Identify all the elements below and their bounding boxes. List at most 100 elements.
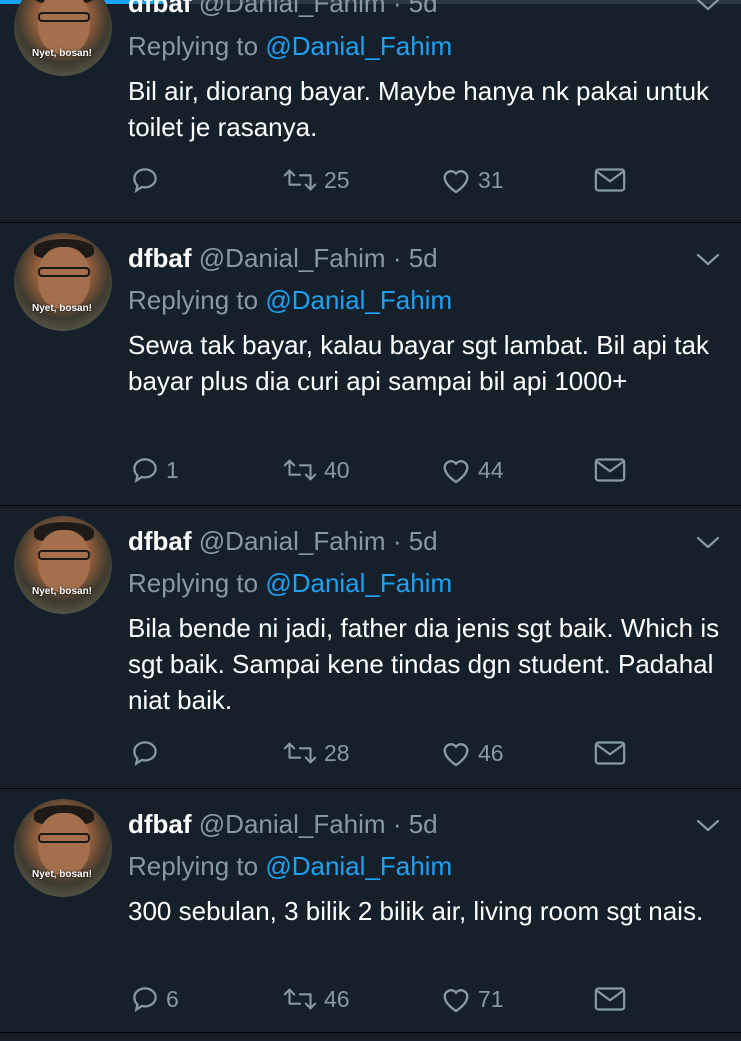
avatar[interactable]: Nyet, bosan! xyxy=(14,0,112,76)
separator-dot: · xyxy=(385,0,409,18)
tweet[interactable]: Nyet, bosan! dfbaf @Danial_Fahim · 5d Re… xyxy=(0,789,741,1033)
retweet-icon xyxy=(282,739,318,767)
timestamp[interactable]: 5d xyxy=(409,526,438,556)
reply-button[interactable] xyxy=(130,737,166,769)
mention-link[interactable]: @Danial_Fahim xyxy=(265,851,452,881)
user-handle[interactable]: @Danial_Fahim xyxy=(199,809,386,839)
replying-to-label: Replying to xyxy=(128,31,259,61)
retweet-button[interactable]: 40 xyxy=(282,454,350,486)
direct-message-button[interactable] xyxy=(594,454,626,486)
avatar-glasses xyxy=(38,833,90,843)
tweet[interactable]: Nyet, bosan! dfbaf @Danial_Fahim · 5d Re… xyxy=(0,223,741,506)
avatar-glasses xyxy=(38,12,90,22)
like-button[interactable]: 46 xyxy=(440,737,504,769)
mention-link[interactable]: @Danial_Fahim xyxy=(265,285,452,315)
tweet-text: Sewa tak bayar, kalau bayar sgt lambat. … xyxy=(128,330,709,396)
reply-button[interactable]: 6 xyxy=(130,983,179,1015)
replying-to-label: Replying to xyxy=(128,568,259,598)
tweet-header: dfbaf @Danial_Fahim · 5d xyxy=(128,0,438,18)
mention-link[interactable]: @Danial_Fahim xyxy=(265,568,452,598)
reply-button[interactable]: 1 xyxy=(130,454,179,486)
avatar-face xyxy=(38,530,90,592)
user-handle[interactable]: @Danial_Fahim xyxy=(199,243,386,273)
retweet-count: 40 xyxy=(324,456,350,483)
reply-icon xyxy=(130,455,160,485)
avatar-face xyxy=(38,247,90,309)
reply-icon xyxy=(130,738,160,768)
replying-to-line: Replying to @Danial_Fahim xyxy=(128,851,452,881)
retweet-icon xyxy=(282,456,318,484)
avatar-face xyxy=(38,813,90,875)
envelope-icon xyxy=(594,457,626,483)
retweet-button[interactable]: 28 xyxy=(282,737,350,769)
avatar[interactable]: Nyet, bosan! xyxy=(14,799,112,897)
tweet[interactable]: Nyet, bosan! dfbaf @Danial_Fahim · 5d Re… xyxy=(0,0,741,223)
replying-to-line: Replying to @Danial_Fahim xyxy=(128,568,452,598)
retweet-icon xyxy=(282,985,318,1013)
like-button[interactable]: 44 xyxy=(440,454,504,486)
tweet-text: Bil air, diorang bayar. Maybe hanya nk p… xyxy=(128,76,710,142)
reply-count: 1 xyxy=(166,456,179,483)
timestamp[interactable]: 5d xyxy=(409,0,438,18)
reply-button[interactable] xyxy=(130,164,166,196)
tweet[interactable]: Nyet, bosan! dfbaf @Danial_Fahim · 5d Re… xyxy=(0,506,741,789)
display-name[interactable]: dfbaf xyxy=(128,526,192,556)
heart-icon xyxy=(440,738,472,768)
avatar-glasses xyxy=(38,267,90,277)
chevron-down-icon[interactable] xyxy=(694,532,722,552)
avatar-caption: Nyet, bosan! xyxy=(32,869,93,880)
like-button[interactable]: 31 xyxy=(440,164,504,196)
retweet-count: 46 xyxy=(324,985,350,1012)
avatar-caption: Nyet, bosan! xyxy=(32,586,93,597)
heart-icon xyxy=(440,455,472,485)
direct-message-button[interactable] xyxy=(594,164,626,196)
reply-icon xyxy=(130,984,160,1014)
tweet-header: dfbaf @Danial_Fahim · 5d xyxy=(128,243,438,273)
chevron-down-icon[interactable] xyxy=(694,249,722,269)
display-name[interactable]: dfbaf xyxy=(128,809,192,839)
avatar[interactable]: Nyet, bosan! xyxy=(14,516,112,614)
separator-dot: · xyxy=(385,243,409,273)
retweet-icon xyxy=(282,166,318,194)
reply-icon xyxy=(130,165,160,195)
replying-to-line: Replying to @Danial_Fahim xyxy=(128,31,452,61)
retweet-count: 28 xyxy=(324,739,350,766)
like-count: 46 xyxy=(478,739,504,766)
separator-dot: · xyxy=(385,526,409,556)
like-count: 31 xyxy=(478,166,504,193)
user-handle[interactable]: @Danial_Fahim xyxy=(199,0,386,18)
reply-count: 6 xyxy=(166,985,179,1012)
envelope-icon xyxy=(594,986,626,1012)
avatar[interactable]: Nyet, bosan! xyxy=(14,233,112,331)
envelope-icon xyxy=(594,167,626,193)
replying-to-line: Replying to @Danial_Fahim xyxy=(128,285,452,315)
tweet-header: dfbaf @Danial_Fahim · 5d xyxy=(128,526,438,556)
chevron-down-icon[interactable] xyxy=(694,815,722,835)
avatar-caption: Nyet, bosan! xyxy=(32,48,93,59)
mention-link[interactable]: @Danial_Fahim xyxy=(265,31,452,61)
chevron-down-icon[interactable] xyxy=(694,0,722,14)
direct-message-button[interactable] xyxy=(594,737,626,769)
avatar-caption: Nyet, bosan! xyxy=(32,303,93,314)
like-count: 44 xyxy=(478,456,504,483)
heart-icon xyxy=(440,984,472,1014)
tweet-text: Bila bende ni jadi, father dia jenis sgt… xyxy=(128,613,720,715)
separator-dot: · xyxy=(385,809,409,839)
user-handle[interactable]: @Danial_Fahim xyxy=(199,526,386,556)
avatar-face xyxy=(38,0,90,54)
tweet-header: dfbaf @Danial_Fahim · 5d xyxy=(128,809,438,839)
like-button[interactable]: 71 xyxy=(440,983,504,1015)
timestamp[interactable]: 5d xyxy=(409,809,438,839)
direct-message-button[interactable] xyxy=(594,983,626,1015)
display-name[interactable]: dfbaf xyxy=(128,243,192,273)
retweet-button[interactable]: 25 xyxy=(282,164,350,196)
like-count: 71 xyxy=(478,985,504,1012)
retweet-button[interactable]: 46 xyxy=(282,983,350,1015)
replying-to-label: Replying to xyxy=(128,285,259,315)
heart-icon xyxy=(440,165,472,195)
replying-to-label: Replying to xyxy=(128,851,259,881)
retweet-count: 25 xyxy=(324,166,350,193)
tweet-text: 300 sebulan, 3 bilik 2 bilik air, living… xyxy=(128,896,704,926)
timestamp[interactable]: 5d xyxy=(409,243,438,273)
display-name[interactable]: dfbaf xyxy=(128,0,192,18)
